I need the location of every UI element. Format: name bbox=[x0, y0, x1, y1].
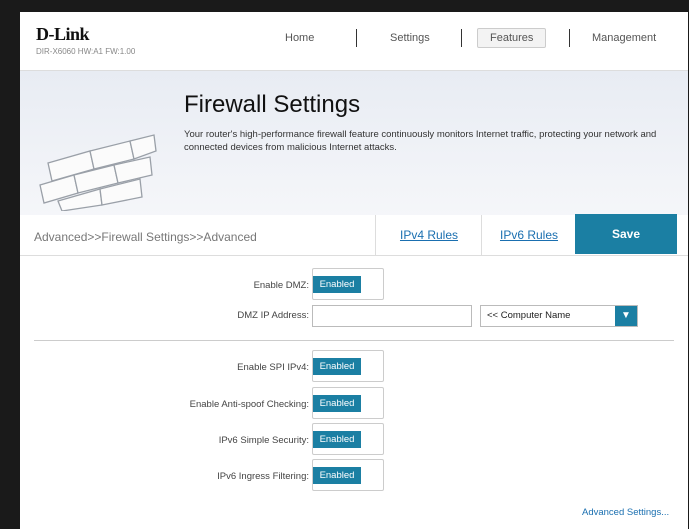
nav-settings[interactable]: Settings bbox=[390, 32, 430, 44]
anti-spoof-toggle[interactable]: Enabled bbox=[312, 387, 384, 419]
toggle-state: Enabled bbox=[313, 467, 361, 484]
dlink-logo[interactable]: D-Link bbox=[36, 24, 90, 45]
page-title: Firewall Settings bbox=[184, 91, 361, 118]
save-button[interactable]: Save bbox=[575, 214, 677, 254]
dmz-ip-input[interactable] bbox=[312, 305, 472, 327]
top-bar: D-Link DIR-X6060 HW:A1 FW:1.00 Home Sett… bbox=[20, 12, 688, 71]
select-value: << Computer Name bbox=[487, 310, 571, 321]
nav-divider bbox=[356, 29, 357, 47]
computer-name-select[interactable]: << Computer Name ▼ bbox=[480, 305, 638, 327]
nav-management[interactable]: Management bbox=[592, 32, 656, 44]
page-banner: Firewall Settings Your router's high-per… bbox=[20, 71, 688, 226]
page-description: Your router's high-performance firewall … bbox=[184, 129, 657, 153]
breadcrumb: Advanced>>Firewall Settings>>Advanced bbox=[34, 230, 257, 244]
advanced-settings-link[interactable]: Advanced Settings... bbox=[582, 507, 669, 518]
nav-features[interactable]: Features bbox=[477, 28, 547, 48]
firmware-info: DIR-X6060 HW:A1 FW:1.00 bbox=[36, 47, 136, 56]
nav-divider bbox=[461, 29, 462, 47]
firewall-brick-icon bbox=[39, 134, 157, 211]
enable-spi-label: Enable SPI IPv4: bbox=[237, 362, 309, 373]
anti-spoof-label: Enable Anti-spoof Checking: bbox=[189, 399, 309, 410]
ipv6-ingress-toggle[interactable]: Enabled bbox=[312, 459, 384, 491]
ipv6-simple-security-label: IPv6 Simple Security: bbox=[218, 435, 309, 446]
section-divider bbox=[34, 340, 674, 341]
enable-spi-toggle[interactable]: Enabled bbox=[312, 350, 384, 382]
tab-ipv6-rules[interactable]: IPv6 Rules bbox=[481, 215, 576, 255]
enable-dmz-toggle[interactable]: Enabled bbox=[312, 268, 384, 300]
toggle-state: Enabled bbox=[313, 431, 361, 448]
dmz-ip-label: DMZ IP Address: bbox=[237, 310, 309, 321]
ipv6-simple-security-toggle[interactable]: Enabled bbox=[312, 423, 384, 455]
enable-dmz-label: Enable DMZ: bbox=[253, 280, 309, 291]
toggle-state: Enabled bbox=[313, 395, 361, 412]
toggle-state: Enabled bbox=[313, 276, 361, 293]
nav-divider bbox=[569, 29, 570, 47]
tab-ipv4-rules[interactable]: IPv4 Rules bbox=[375, 215, 482, 255]
router-admin-window: D-Link DIR-X6060 HW:A1 FW:1.00 Home Sett… bbox=[20, 12, 688, 529]
toolbar-row: Advanced>>Firewall Settings>>Advanced IP… bbox=[20, 214, 688, 256]
toggle-state: Enabled bbox=[313, 358, 361, 375]
nav-home[interactable]: Home bbox=[285, 32, 314, 44]
chevron-down-icon[interactable]: ▼ bbox=[615, 306, 637, 326]
ipv6-ingress-label: IPv6 Ingress Filtering: bbox=[217, 471, 309, 482]
